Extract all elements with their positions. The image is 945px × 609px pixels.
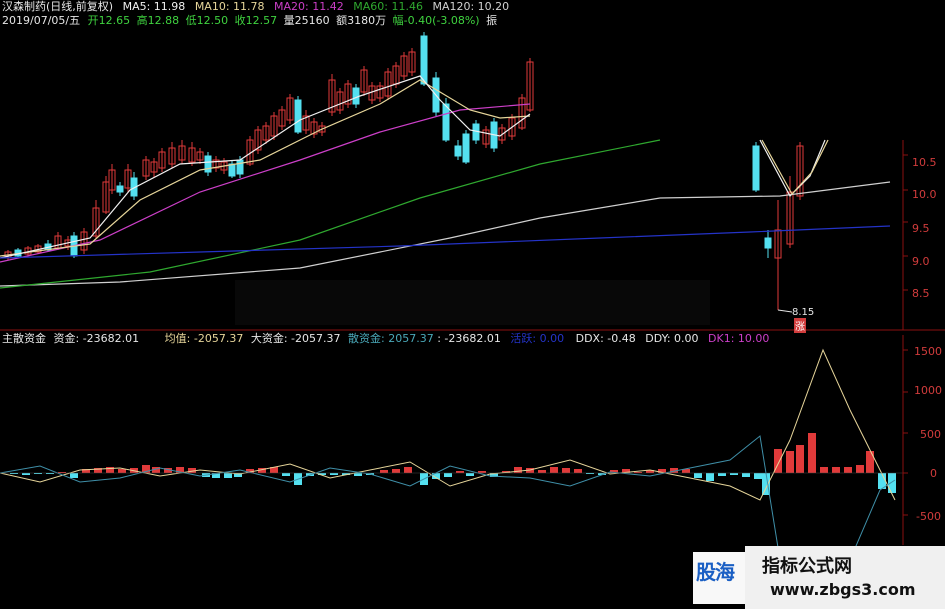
ma250-line bbox=[0, 225, 891, 259]
ind-axis-label-2: 1000 bbox=[914, 384, 942, 397]
ind-axis-label-4: 0 bbox=[930, 467, 937, 480]
low-marker-arrow bbox=[777, 309, 793, 313]
fund-bar-31 bbox=[380, 470, 388, 473]
candle-body-40 bbox=[352, 87, 360, 105]
site-logo: 股海 bbox=[696, 560, 735, 584]
limit-up-tag: 涨 bbox=[794, 318, 806, 333]
fund-bar-1 bbox=[22, 473, 30, 475]
fund-bar-58 bbox=[706, 473, 714, 481]
fund-bar-60 bbox=[730, 473, 738, 475]
price-axis-label-3: 9.5 bbox=[912, 222, 930, 235]
indicator-header: 主散资金 资金: -23682.01 均值: -2057.37 大资金: -20… bbox=[2, 332, 769, 345]
ddx-readout: DDX: -0.48 bbox=[575, 332, 636, 345]
fund-bar-67 bbox=[808, 433, 816, 473]
ma10-line-right bbox=[761, 139, 829, 196]
candle-body-60 bbox=[752, 145, 760, 191]
fund-bar-46 bbox=[562, 468, 570, 473]
fund-bar-9 bbox=[118, 469, 126, 473]
ind-axis-label-1: 1500 bbox=[914, 345, 942, 358]
ma60-readout: MA60: 11.46 bbox=[353, 0, 423, 13]
change-readout: 幅-0.40(-3.08%) bbox=[392, 14, 480, 27]
fund-bar-5 bbox=[70, 473, 78, 478]
fund-bar-57 bbox=[694, 473, 702, 478]
ma5-line bbox=[0, 75, 531, 259]
price-axis-label-5: 8.5 bbox=[912, 287, 930, 300]
fund-bar-65 bbox=[786, 451, 794, 473]
indicator-name: 主散资金 bbox=[2, 332, 46, 345]
candle-body-33 bbox=[294, 99, 302, 133]
candle-body-51 bbox=[454, 145, 462, 157]
volume-readout: 量25160 bbox=[283, 14, 330, 27]
fund-bar-39 bbox=[478, 471, 486, 473]
price-axis-label-2: 10.0 bbox=[912, 188, 937, 201]
fund-bar-38 bbox=[466, 473, 474, 476]
low-readout: 低12.50 bbox=[185, 14, 229, 27]
low-price-marker: 8.15 bbox=[792, 307, 815, 318]
ma120-readout: MA120: 10.20 bbox=[432, 0, 510, 13]
open-readout: 开12.65 bbox=[87, 14, 131, 27]
retail-fund-readout: 散资金: 2057.37 bbox=[348, 332, 434, 345]
candle-body-12 bbox=[116, 185, 124, 193]
fund-bar-74 bbox=[888, 473, 896, 493]
ddy-readout: DDY: 0.00 bbox=[645, 332, 699, 345]
fund-bar-18 bbox=[224, 473, 232, 478]
fund-bar-62 bbox=[754, 473, 762, 479]
ma10-line bbox=[0, 79, 531, 257]
avg-readout: 均值: -2057.37 bbox=[164, 332, 244, 345]
fund-bar-68 bbox=[820, 467, 828, 473]
fund-bar-72 bbox=[866, 451, 874, 473]
fund-bar-44 bbox=[538, 470, 546, 473]
fund-bar-59 bbox=[718, 473, 726, 476]
high-readout: 高12.88 bbox=[136, 14, 180, 27]
fund-bar-47 bbox=[574, 469, 582, 473]
chart-canvas bbox=[0, 32, 945, 601]
fund-bar-61 bbox=[742, 473, 750, 477]
fund-bar-23 bbox=[282, 473, 290, 476]
amount-readout: 额3180万 bbox=[336, 14, 387, 27]
watermark-url: www.zbgs3.com bbox=[770, 580, 916, 599]
candle-body-50 bbox=[442, 103, 450, 141]
candle-body-48 bbox=[420, 35, 428, 85]
fund-bar-69 bbox=[832, 467, 840, 473]
price-axis-label-4: 9.0 bbox=[912, 255, 930, 268]
active-readout: 活跃: 0.00 bbox=[510, 332, 565, 345]
header-row-1: 汉森制药(日线,前复权) MA5: 11.98 MA10: 11.78 MA20… bbox=[2, 0, 509, 13]
fund-readout: 资金: -23682.01 bbox=[53, 332, 140, 345]
stock-title: 汉森制药(日线,前复权) bbox=[2, 0, 114, 13]
candle-body-61 bbox=[764, 237, 772, 249]
fund-bar-66 bbox=[796, 445, 804, 473]
candle-body-25 bbox=[228, 163, 236, 177]
fund-bar-36 bbox=[444, 473, 452, 477]
close-readout: 收12.57 bbox=[234, 14, 278, 27]
header-row-2: 2019/07/05/五 开12.65 高12.88 低12.50 收12.57… bbox=[2, 14, 497, 27]
fund-bar-27 bbox=[330, 473, 338, 475]
ma10-readout: MA10: 11.78 bbox=[194, 0, 265, 13]
dk1-readout: DK1: 10.00 bbox=[708, 332, 770, 345]
candlestick-group bbox=[4, 32, 804, 310]
ind-axis-label-5: -500 bbox=[916, 510, 941, 523]
ma5-readout: MA5: 11.98 bbox=[122, 0, 186, 13]
ma20-readout: MA20: 11.42 bbox=[274, 0, 344, 13]
masked-region bbox=[235, 280, 710, 325]
watermark-title: 指标公式网 bbox=[762, 556, 852, 577]
fund-bars-group bbox=[10, 433, 896, 495]
fund-bar-70 bbox=[844, 467, 852, 473]
fund-bar-42 bbox=[514, 467, 522, 473]
candle-body-52 bbox=[462, 133, 470, 163]
retail-extra-readout: : -23682.01 bbox=[437, 332, 501, 345]
fund-bar-32 bbox=[392, 469, 400, 473]
fund-bar-37 bbox=[456, 471, 464, 473]
price-axis-label-1: 10.5 bbox=[912, 156, 937, 169]
amplitude-readout: 振 bbox=[486, 14, 498, 27]
fund-bar-71 bbox=[856, 465, 864, 473]
fund-bar-33 bbox=[404, 467, 412, 473]
ind-axis-label-3: 500 bbox=[920, 428, 941, 441]
big-fund-readout: 大资金: -2057.37 bbox=[250, 332, 341, 345]
fund-bar-45 bbox=[550, 467, 558, 473]
candle-body-26 bbox=[236, 159, 244, 175]
date-readout: 2019/07/05/五 bbox=[2, 14, 81, 27]
ma5-line-right bbox=[759, 139, 826, 197]
